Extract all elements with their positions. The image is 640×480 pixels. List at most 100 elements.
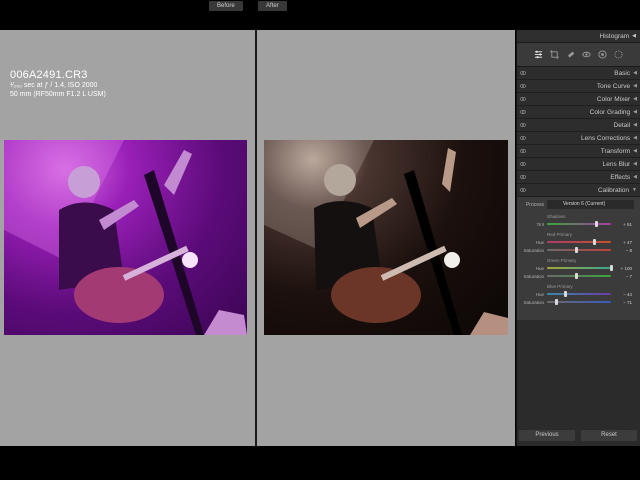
slider-value[interactable]: − 71: [611, 300, 634, 305]
eye-icon[interactable]: [520, 122, 526, 128]
bottom-bar: [0, 446, 640, 480]
lens-text: 50 mm (RF50mm F1.2 L USM): [10, 91, 106, 98]
section-tone-curve[interactable]: Tone Curve ◀: [517, 80, 640, 93]
slider-label: Tint: [536, 221, 544, 227]
triangle-left-icon: ◀: [633, 122, 637, 128]
slider-track[interactable]: [547, 239, 611, 245]
triangle-down-icon: ▼: [632, 187, 637, 193]
blue-hue-slider-row[interactable]: Hue − 44: [523, 290, 634, 298]
section-color-mixer[interactable]: Color Mixer ◀: [517, 93, 640, 106]
eye-icon[interactable]: [520, 96, 526, 102]
slider-thumb[interactable]: [575, 273, 579, 279]
triangle-left-icon: ◀: [633, 161, 637, 167]
before-label: Before: [209, 1, 243, 11]
section-lens-blur[interactable]: Lens Blur ◀: [517, 158, 640, 171]
process-label: Process: [525, 201, 544, 208]
eye-icon[interactable]: [520, 109, 526, 115]
slider-value[interactable]: − 7: [611, 274, 634, 279]
eye-icon[interactable]: [520, 70, 526, 76]
triangle-left-icon: ◀: [633, 135, 637, 141]
section-label: Effects: [610, 173, 631, 181]
process-row: Process Version 6 (Current): [523, 199, 634, 210]
section-lens-corrections[interactable]: Lens Corrections ◀: [517, 132, 640, 145]
heal-icon[interactable]: [565, 49, 577, 61]
slider-value[interactable]: − 44: [611, 292, 634, 297]
slider-track[interactable]: [547, 299, 611, 305]
slider-track[interactable]: [547, 265, 613, 271]
slider-thumb[interactable]: [592, 239, 596, 245]
shadows-tint-slider-row[interactable]: Tint + 51: [523, 220, 634, 228]
section-label: Lens Blur: [602, 160, 631, 168]
redeye-icon[interactable]: [580, 49, 592, 61]
triangle-left-icon: ◀: [633, 148, 637, 154]
calibration-content: Process Version 6 (Current) Shadows Tint…: [517, 197, 640, 320]
slider-label: Saturation: [523, 299, 544, 305]
panel-sections: Basic ◀ Tone Curve ◀ Color Mixer ◀ Color Gradi…: [517, 67, 640, 197]
section-label: Detail: [613, 121, 631, 129]
slider-track[interactable]: [547, 221, 611, 227]
red-primary-group-label: Red Primary: [547, 232, 573, 237]
triangle-left-icon: ◀: [633, 109, 637, 115]
eye-icon[interactable]: [520, 187, 526, 193]
histogram-header[interactable]: Histogram ◀: [517, 30, 640, 43]
slider-label: Saturation: [523, 273, 544, 279]
triangle-left-icon: ◀: [633, 174, 637, 180]
slider-track[interactable]: [547, 247, 611, 253]
red-hue-slider-row[interactable]: Hue + 47: [523, 238, 634, 246]
slider-label: Hue: [535, 265, 544, 271]
slider-value[interactable]: − 8: [611, 248, 634, 253]
process-dropdown[interactable]: Version 6 (Current): [547, 200, 634, 209]
crop-icon[interactable]: [549, 49, 561, 61]
slider-thumb[interactable]: [610, 265, 613, 271]
section-label: Tone Curve: [596, 82, 631, 90]
section-detail[interactable]: Detail ◀: [517, 119, 640, 132]
red-saturation-slider-row[interactable]: Saturation − 8: [523, 246, 634, 254]
section-label: Color Mixer: [596, 95, 631, 103]
slider-label: Hue: [535, 291, 544, 297]
blue-saturation-slider-row[interactable]: Saturation − 71: [523, 298, 634, 306]
photo-info-overlay: 006A2491.CR3 ¹⁄₂₅₀ sec at ƒ / 1.4, ISO 2…: [10, 69, 106, 99]
tool-strip: [517, 43, 640, 67]
slider-track[interactable]: [547, 273, 611, 279]
before-photo[interactable]: [4, 140, 247, 335]
presets-icon[interactable]: [612, 49, 624, 61]
blue-primary-group-label: Blue Primary: [547, 284, 573, 289]
slider-value[interactable]: + 51: [611, 222, 634, 227]
slider-label: Hue: [535, 239, 544, 245]
after-photo[interactable]: [264, 140, 508, 335]
eye-icon[interactable]: [520, 174, 526, 180]
section-label: Calibration: [597, 186, 630, 194]
filename-text: 006A2491.CR3: [10, 69, 88, 81]
section-label: Color Grading: [589, 108, 631, 116]
slider-thumb[interactable]: [563, 291, 567, 297]
eye-icon[interactable]: [520, 148, 526, 154]
section-calibration[interactable]: Calibration ▼: [517, 184, 640, 197]
guitarist-photo-before: [4, 140, 247, 335]
slider-value[interactable]: + 47: [611, 240, 634, 245]
slider-track[interactable]: [547, 291, 611, 297]
develop-panel: Histogram ◀ Basic ◀ Tone Curve ◀ Color Mixer…: [516, 30, 640, 446]
green-primary-group-label: Green Primary: [547, 258, 577, 263]
eye-icon[interactable]: [520, 83, 526, 89]
green-saturation-slider-row[interactable]: Saturation − 7: [523, 272, 634, 280]
previous-button[interactable]: Previous: [519, 430, 575, 441]
section-basic[interactable]: Basic ◀: [517, 67, 640, 80]
mask-icon[interactable]: [596, 49, 608, 61]
exposure-text: ¹⁄₂₅₀ sec at ƒ / 1.4, ISO 2000: [10, 82, 98, 89]
slider-value[interactable]: + 100: [611, 266, 634, 271]
triangle-left-icon: ◀: [633, 83, 637, 89]
section-effects[interactable]: Effects ◀: [517, 171, 640, 184]
green-hue-slider-row[interactable]: Hue + 100: [523, 264, 634, 272]
sliders-icon[interactable]: [533, 49, 545, 61]
slider-thumb[interactable]: [594, 221, 598, 227]
eye-icon[interactable]: [520, 161, 526, 167]
reset-button[interactable]: Reset: [581, 430, 637, 441]
top-bar: [0, 0, 640, 30]
slider-thumb[interactable]: [575, 247, 579, 253]
section-color-grading[interactable]: Color Grading ◀: [517, 106, 640, 119]
eye-icon[interactable]: [520, 135, 526, 141]
slider-thumb[interactable]: [554, 299, 558, 305]
section-label: Transform: [600, 147, 631, 155]
triangle-left-icon: ◀: [633, 96, 637, 102]
section-transform[interactable]: Transform ◀: [517, 145, 640, 158]
